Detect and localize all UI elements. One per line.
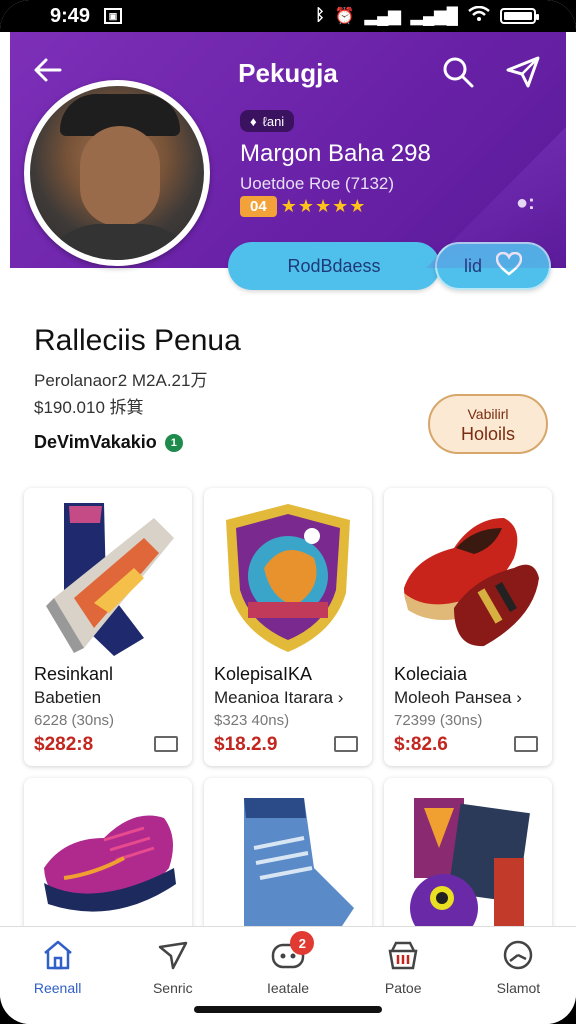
nav-label: Senric [152,980,193,996]
product-image-sock [46,503,174,656]
primary-action-button[interactable]: RodBdaess [228,242,440,290]
follow-button-line2: Holoils [460,424,516,444]
product-image-boot [244,798,354,938]
product-title: Koleciaia [394,664,468,684]
product-image-bundle [410,798,530,938]
product-price: $:82.6 [394,734,448,755]
product-card[interactable] [384,778,552,938]
heart-icon [495,251,523,281]
nav-label: Reenall [33,980,82,996]
shop-icon [387,939,419,974]
like-button[interactable]: lid [435,242,551,290]
star-rating: ★★★★★ [280,196,367,216]
owner-badge: 1 [164,433,183,452]
product-title: KolepisaIKA [214,664,313,684]
product-card[interactable]: Koleciaia Moleoh Ранsеa › 72399 (30ns) $… [384,488,552,766]
shop-meta: Perolanaoг2 M2A.21万 [34,371,208,390]
profile-name: Margon Baha 298 [240,140,431,167]
like-label: lid [463,255,482,276]
nav-label: Ieatale [266,980,310,996]
shop-owner[interactable]: DeVimVakakio 1 [34,432,183,453]
clock-icon [502,939,534,974]
status-bar: 9:49 ▣ ᛒ ⏰ ▂▄▆ ▂▄▆█ [0,0,576,32]
profile-tag-label: ℓani [262,113,285,129]
cart-icon[interactable] [154,736,178,752]
alarm-icon: ⏰ [334,8,355,25]
rating-row: 04 ★★★★★ [240,196,366,217]
avatar[interactable] [24,80,210,266]
battery-icon [500,8,539,24]
nav-label: Patoe [384,980,422,996]
product-subtitle: Meanioa Itarara › [214,688,344,707]
tag-icon: ♦ [250,113,257,129]
profile-tag: ♦ ℓani [240,110,295,132]
follow-button[interactable]: Vabilirl Holoils [428,394,548,454]
product-image-sneaker [44,815,176,912]
primary-action-label: RodBdaess [287,255,381,276]
shop-price: $190.010 拆箕 [34,398,144,417]
product-meta: 6228 (30ns) [34,712,115,729]
product-meta: 72399 (30ns) [394,712,483,729]
send-icon [157,939,189,974]
nav-label: Slamot [496,980,541,996]
signal-icon: ▂▄▆ [364,8,401,25]
shop-owner-label: DeVimVakakio [34,432,157,452]
home-icon [42,939,74,974]
product-title: Resinkanl [34,664,114,684]
notification-badge: 2 [290,931,315,955]
more-options-icon[interactable]: ●: [516,192,535,215]
product-price: $282:8 [34,734,94,755]
product-card[interactable] [204,778,372,938]
product-price: $18.2.9 [214,734,278,755]
product-subtitle: Babetien [34,688,102,707]
search-icon[interactable] [442,56,476,90]
product-card[interactable] [24,778,192,938]
home-indicator[interactable] [194,1006,382,1013]
bluetooth-icon: ᛒ [315,7,325,24]
nav-clock[interactable]: Slamot [461,927,576,1024]
shop-name: Ralleciis Penua [34,324,241,357]
nav-home[interactable]: Reenall [0,927,115,1024]
status-time: 9:49 [50,4,91,27]
phone-screen: 9:49 ▣ ᛒ ⏰ ▂▄▆ ▂▄▆█ Pekugja ♦ ℓani Margo… [0,0,576,1024]
product-meta: $323 40ns) [214,712,290,729]
product-card[interactable]: KolepisaIKA Meanioa Itarara › $323 40ns)… [204,488,372,766]
profile-subtitle: Uoetdoe Roe (7132) [240,174,395,193]
rating-badge: 04 [240,196,277,217]
wifi-icon [468,5,490,27]
product-subtitle: Moleoh Ранsеa › [394,688,522,707]
notification-icon: ▣ [104,8,123,24]
product-image-shoes [404,518,539,647]
follow-button-line1: Vabilirl [467,406,509,422]
product-image-shield [226,504,350,652]
cart-icon[interactable] [514,736,538,752]
product-card[interactable]: Resinkanl Babetien 6228 (30ns) $282:8 [24,488,192,766]
send-icon[interactable] [506,56,542,90]
cart-icon[interactable] [334,736,358,752]
signal-icon-2: ▂▄▆█ [410,8,458,25]
